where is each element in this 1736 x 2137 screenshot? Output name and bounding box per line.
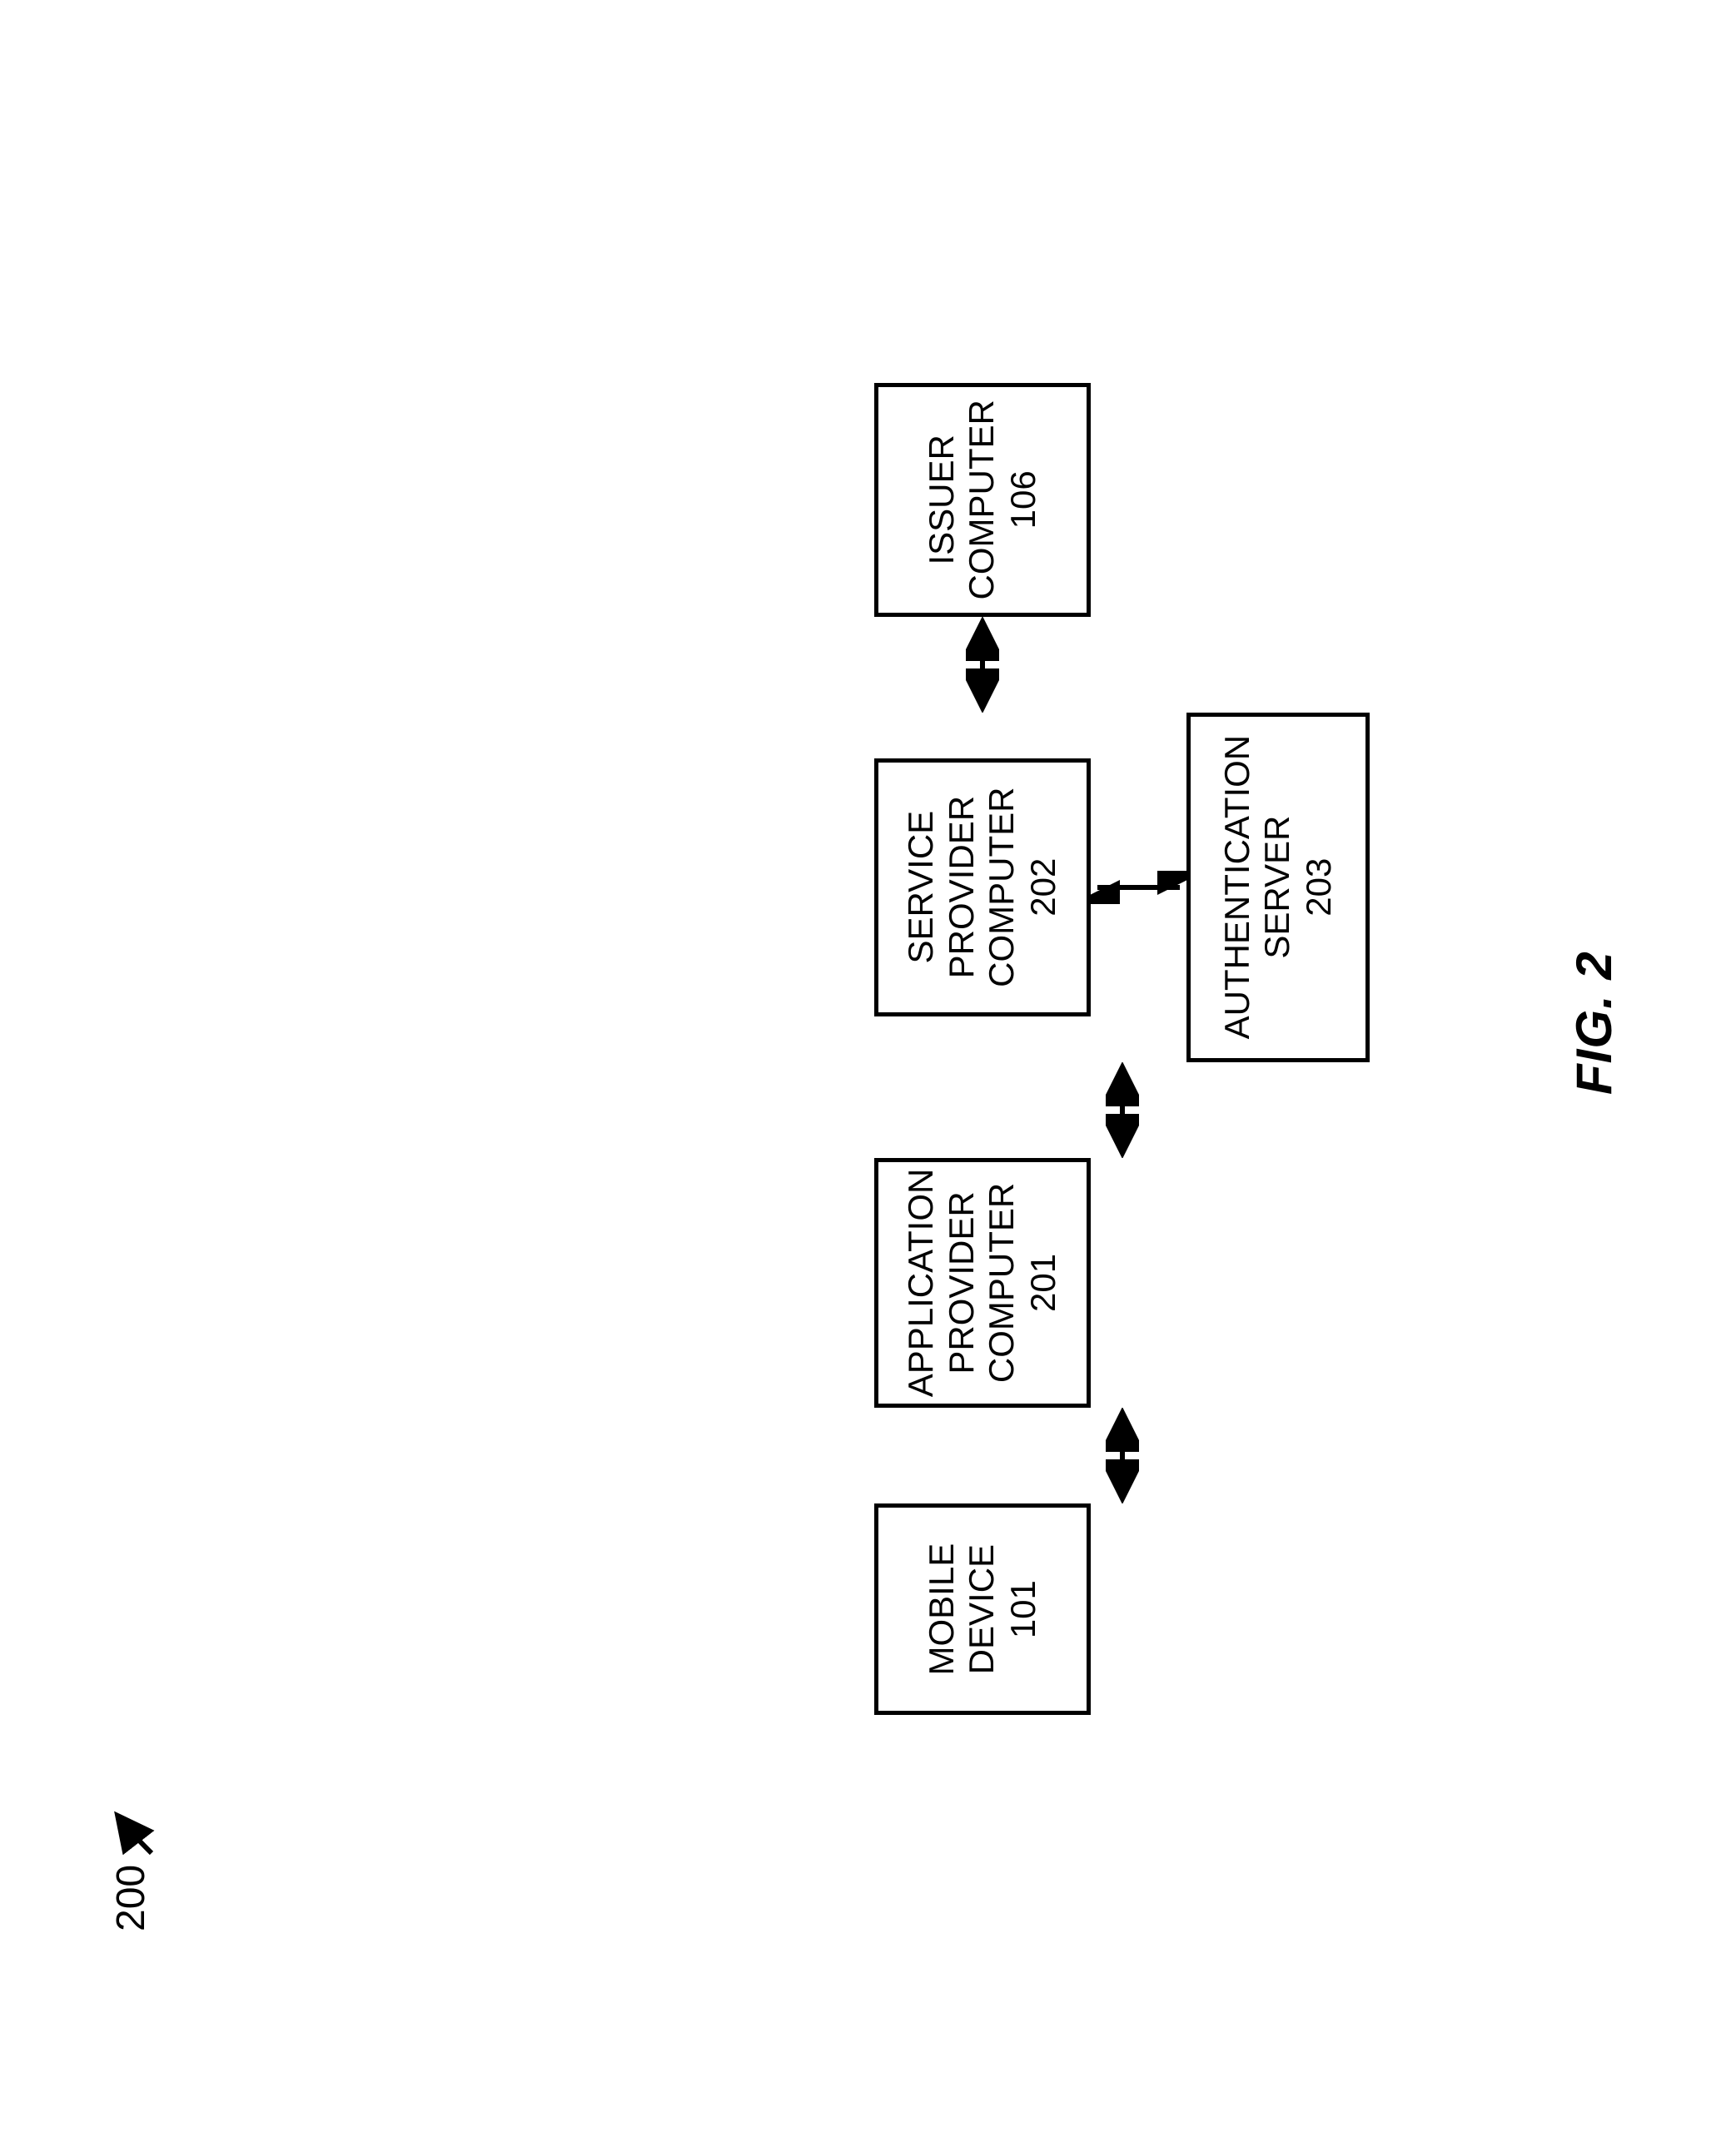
node-label-line: APPLICATION: [901, 1169, 941, 1398]
node-label-line: SERVER: [1257, 816, 1297, 959]
node-label-line: ISSUER: [922, 435, 962, 564]
node-service-provider-computer: SERVICE PROVIDER COMPUTER 202: [874, 758, 1091, 1016]
node-label-line: PROVIDER: [942, 1191, 982, 1374]
node-label-line: SERVICE: [901, 811, 941, 964]
node-application-provider-computer: APPLICATION PROVIDER COMPUTER 201: [874, 1158, 1091, 1409]
node-mobile-device: MOBILE DEVICE 101: [874, 1503, 1091, 1715]
node-authentication-server: AUTHENTICATION SERVER 203: [1186, 713, 1370, 1062]
node-label-line: COMPUTER: [982, 787, 1022, 986]
node-issuer-computer: ISSUER COMPUTER 106: [874, 383, 1091, 617]
page: FIG. 2 200 MOBILE DEVICE 101: [0, 0, 1736, 2137]
node-label-line: COMPUTER: [982, 1183, 1022, 1383]
diagram-row-main: MOBILE DEVICE 101 APPLICATION PROVIDER: [874, 383, 1370, 1715]
node-label-line: MOBILE: [922, 1543, 962, 1676]
node-id: 106: [1003, 470, 1043, 529]
figure-label: FIG. 2: [1565, 951, 1623, 1095]
node-label-line: COMPUTER: [962, 400, 1002, 599]
pointer-arrow-icon: [108, 1802, 167, 1860]
connector-v: [1091, 871, 1186, 904]
figure-reference: 200: [108, 1802, 167, 1931]
node-id: 101: [1003, 1580, 1043, 1638]
node-id: 202: [1023, 858, 1063, 917]
block-diagram: MOBILE DEVICE 101 APPLICATION PROVIDER: [874, 383, 1370, 1715]
service-stack: SERVICE PROVIDER COMPUTER 202 AUT: [874, 713, 1370, 1062]
connector-h: [874, 617, 1091, 713]
connector-h: [874, 1062, 1370, 1158]
connector-h: [874, 1408, 1370, 1503]
node-label-line: DEVICE: [962, 1544, 1002, 1674]
figure-reference-number: 200: [108, 1865, 154, 1931]
node-label-line: AUTHENTICATION: [1217, 735, 1257, 1040]
node-id: 203: [1299, 858, 1339, 917]
node-id: 201: [1023, 1254, 1063, 1312]
node-label-line: PROVIDER: [942, 796, 982, 978]
